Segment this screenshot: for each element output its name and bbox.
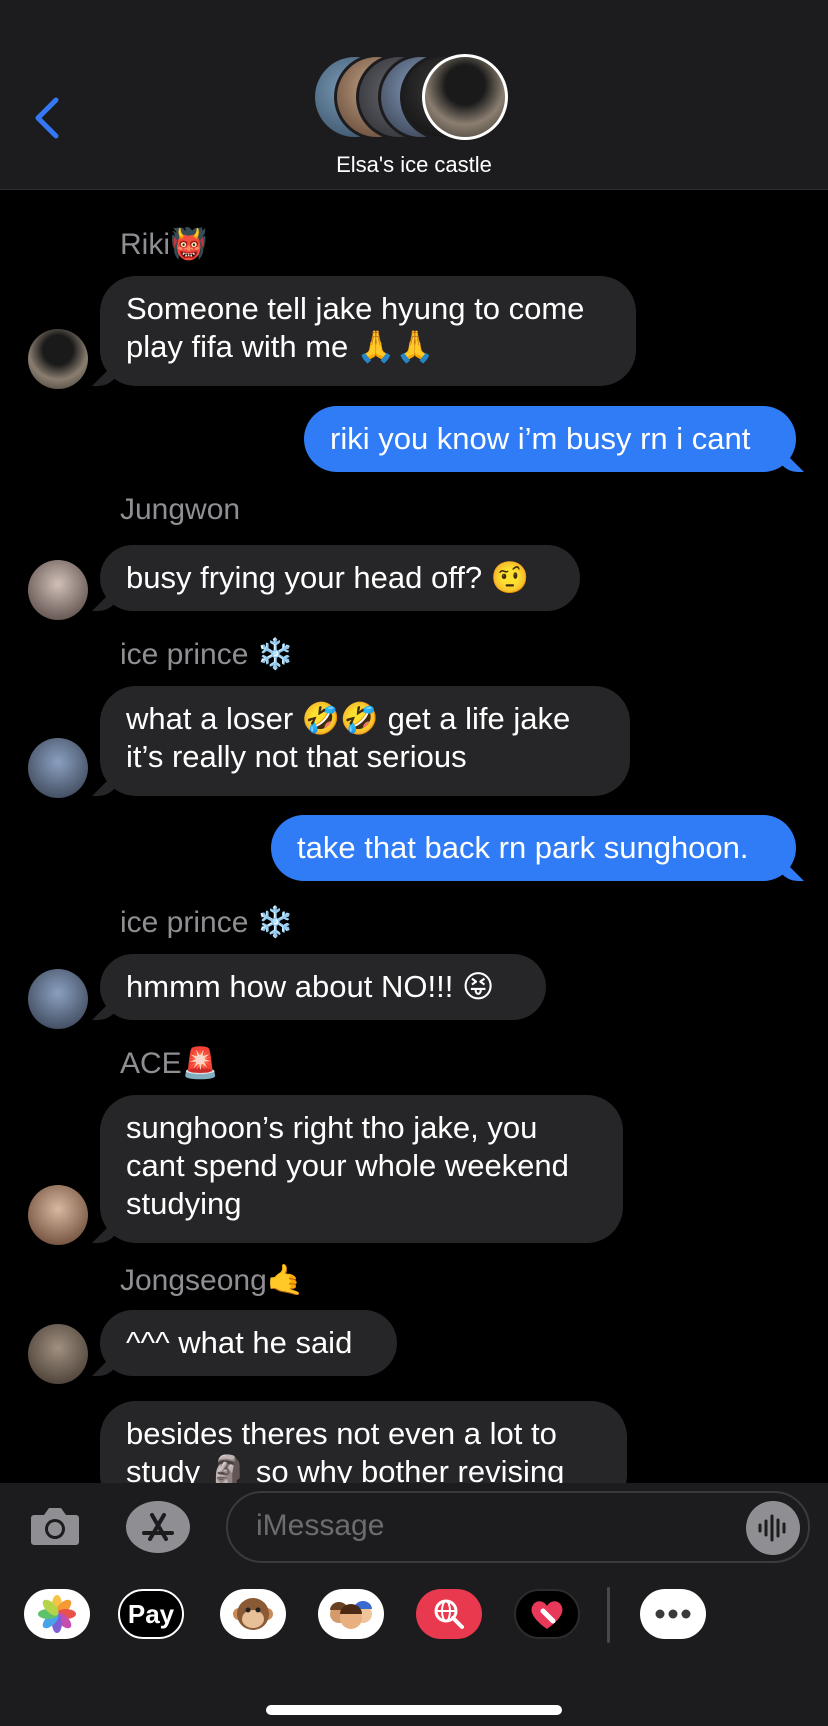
photos-icon bbox=[38, 1595, 76, 1633]
back-chevron-icon[interactable] bbox=[30, 96, 66, 140]
message-bubble-outgoing[interactable]: take that back rn park sunghoon. bbox=[271, 815, 796, 881]
camera-icon[interactable] bbox=[30, 1503, 80, 1547]
apple-pay-label: Pay bbox=[127, 1598, 175, 1629]
drawer-divider bbox=[607, 1587, 610, 1643]
sender-name: Jongseong🤙 bbox=[120, 1264, 305, 1297]
search-globe-icon bbox=[434, 1599, 464, 1629]
message-bubble-incoming[interactable]: hmmm how about NO!!! 😝 bbox=[100, 954, 546, 1020]
message-field[interactable] bbox=[226, 1491, 810, 1563]
message-bubble-incoming[interactable]: sunghoon’s right tho jake, you cant spend… bbox=[100, 1095, 623, 1243]
imessage-input[interactable] bbox=[256, 1509, 716, 1543]
message-bubble-incoming[interactable]: busy frying your head off? 🤨 bbox=[100, 545, 580, 611]
sender-name: Riki👹 bbox=[120, 228, 208, 261]
more-icon bbox=[655, 1609, 691, 1619]
message-list[interactable]: Riki👹 Someone tell jake hyung to come pla… bbox=[0, 191, 828, 1483]
monkey-icon bbox=[233, 1598, 273, 1630]
sender-name: ice prince ❄️ bbox=[120, 638, 295, 671]
memoji-icon bbox=[330, 1601, 372, 1629]
message-bubble-incoming[interactable]: what a loser 🤣🤣 get a life jake it’s real… bbox=[100, 686, 630, 796]
avatar[interactable] bbox=[28, 1324, 88, 1384]
message-bubble-outgoing[interactable]: riki you know i’m busy rn i cant bbox=[304, 406, 796, 472]
avatar[interactable] bbox=[28, 738, 88, 798]
app-store-button[interactable] bbox=[126, 1501, 190, 1553]
app-store-icon bbox=[142, 1513, 174, 1541]
conversation-header: Elsa's ice castle bbox=[0, 0, 828, 190]
message-bubble-incoming[interactable]: besides theres not even a lot to study 🗿 … bbox=[100, 1401, 627, 1483]
audio-message-button[interactable] bbox=[746, 1501, 800, 1555]
photos-app-button[interactable] bbox=[24, 1589, 90, 1639]
message-bubble-incoming[interactable]: Someone tell jake hyung to come play fifa… bbox=[100, 276, 636, 386]
heart-touch-icon bbox=[531, 1601, 563, 1629]
sender-name: Jungwon bbox=[120, 493, 241, 526]
avatar[interactable] bbox=[28, 329, 88, 389]
image-search-app-button[interactable] bbox=[416, 1589, 482, 1639]
app-drawer: Pay bbox=[0, 1573, 828, 1726]
avatar[interactable] bbox=[28, 969, 88, 1029]
home-indicator[interactable] bbox=[266, 1705, 562, 1715]
sender-name: ice prince ❄️ bbox=[120, 906, 295, 939]
apple-pay-button[interactable]: Pay bbox=[118, 1589, 184, 1639]
sender-name: ACE🚨 bbox=[120, 1047, 220, 1080]
group-name[interactable]: Elsa's ice castle bbox=[0, 152, 828, 178]
waveform-icon bbox=[758, 1514, 786, 1542]
memoji-app-button[interactable] bbox=[318, 1589, 384, 1639]
avatar[interactable] bbox=[28, 560, 88, 620]
group-avatar-stack[interactable] bbox=[312, 54, 516, 140]
more-apps-button[interactable] bbox=[640, 1589, 706, 1639]
animoji-app-button[interactable] bbox=[220, 1589, 286, 1639]
message-bubble-incoming[interactable]: ^^^ what he said bbox=[100, 1310, 397, 1376]
digital-touch-app-button[interactable] bbox=[514, 1589, 580, 1639]
compose-bar bbox=[0, 1483, 828, 1573]
avatar bbox=[422, 54, 508, 140]
avatar[interactable] bbox=[28, 1185, 88, 1245]
